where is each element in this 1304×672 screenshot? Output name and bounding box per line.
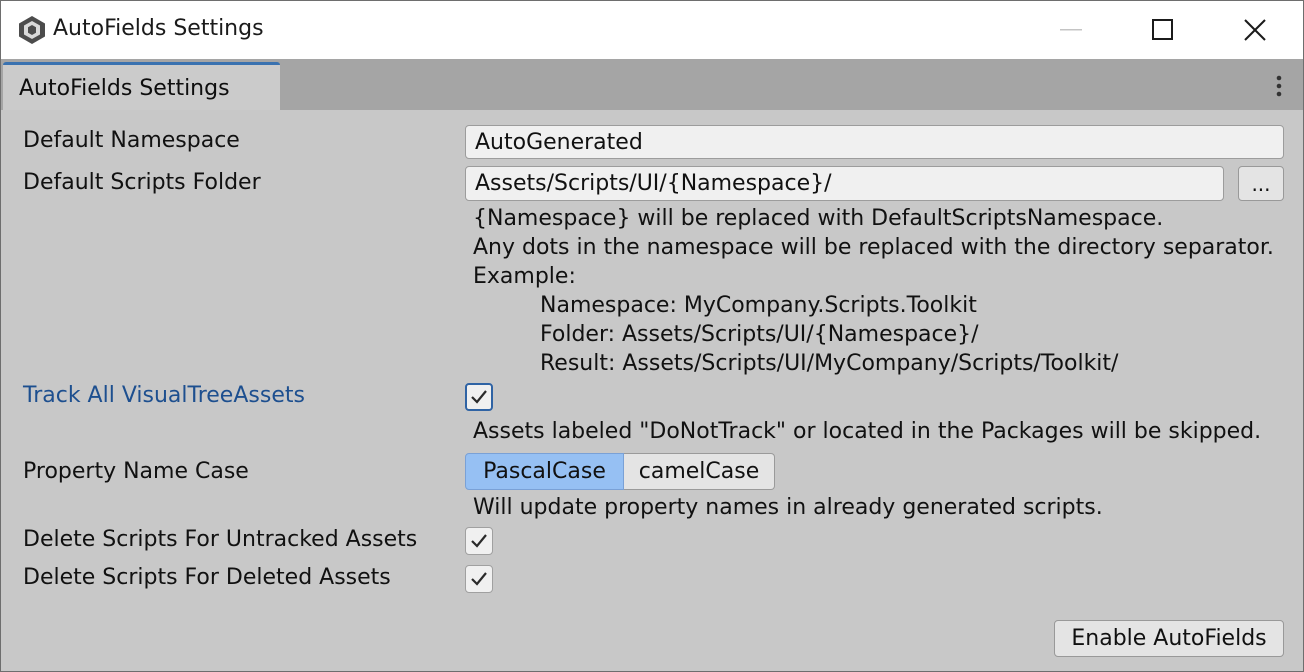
- close-button[interactable]: [1209, 1, 1301, 59]
- track-all-help: Assets labeled "DoNotTrack" or located i…: [473, 419, 1262, 444]
- property-name-case-help: Will update property names in already ge…: [473, 495, 1103, 520]
- unity-logo-icon: [19, 16, 45, 44]
- settings-panel: Default Namespace AutoGenerated Default …: [1, 110, 1303, 671]
- default-namespace-label: Default Namespace: [23, 128, 240, 153]
- folder-help-example-heading: Example:: [473, 264, 576, 289]
- checkmark-icon: [471, 572, 487, 586]
- delete-deleted-label: Delete Scripts For Deleted Assets: [23, 565, 391, 590]
- track-all-label: Track All VisualTreeAssets: [23, 383, 305, 408]
- maximize-button[interactable]: [1117, 1, 1209, 59]
- enable-autofields-button[interactable]: Enable AutoFields: [1054, 620, 1284, 657]
- minimize-icon: [1060, 29, 1082, 31]
- checkmark-icon: [471, 534, 487, 548]
- property-name-case-toggle: PascalCase camelCase: [465, 453, 775, 490]
- toggle-pascal-case[interactable]: PascalCase: [465, 453, 624, 490]
- delete-untracked-checkbox[interactable]: [465, 527, 493, 555]
- property-name-case-label: Property Name Case: [23, 459, 249, 484]
- maximize-icon: [1152, 19, 1173, 40]
- folder-help-line-2: Any dots in the namespace will be replac…: [473, 235, 1274, 260]
- default-namespace-input[interactable]: AutoGenerated: [465, 125, 1284, 159]
- browse-folder-button[interactable]: ...: [1238, 166, 1284, 201]
- kebab-menu-icon: [1276, 75, 1282, 97]
- tab-strip: AutoFields Settings: [1, 59, 1303, 110]
- folder-example-namespace: Namespace: MyCompany.Scripts.Toolkit: [540, 293, 977, 318]
- close-icon: [1244, 19, 1266, 41]
- folder-help-line-1: {Namespace} will be replaced with Defaul…: [473, 206, 1164, 231]
- track-all-checkbox[interactable]: [465, 383, 493, 411]
- delete-deleted-checkbox[interactable]: [465, 565, 493, 593]
- folder-example-result: Result: Assets/Scripts/UI/MyCompany/Scri…: [540, 351, 1119, 376]
- tab-autofields-settings[interactable]: AutoFields Settings: [3, 62, 280, 110]
- tab-label: AutoFields Settings: [19, 76, 230, 101]
- window-title: AutoFields Settings: [53, 16, 264, 41]
- more-options-button[interactable]: [1269, 73, 1289, 99]
- checkmark-icon: [471, 390, 487, 404]
- minimize-button[interactable]: [1025, 1, 1117, 59]
- toggle-camel-case[interactable]: camelCase: [624, 453, 775, 490]
- settings-window: AutoFields Settings AutoFields Settings: [0, 0, 1304, 672]
- folder-example-folder: Folder: Assets/Scripts/UI/{Namespace}/: [540, 322, 979, 347]
- delete-untracked-label: Delete Scripts For Untracked Assets: [23, 527, 418, 552]
- title-bar: AutoFields Settings: [1, 1, 1303, 59]
- default-scripts-folder-input[interactable]: Assets/Scripts/UI/{Namespace}/: [465, 166, 1224, 201]
- default-scripts-folder-label: Default Scripts Folder: [23, 170, 261, 195]
